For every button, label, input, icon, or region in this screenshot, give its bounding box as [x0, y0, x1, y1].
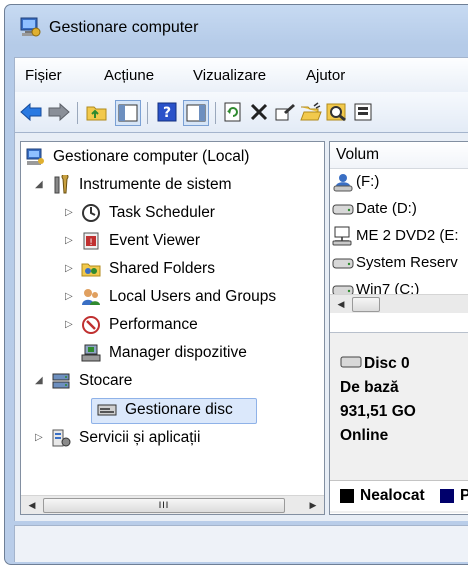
show-hide-action-pane-icon[interactable]	[183, 100, 209, 126]
volume-horizontal-scrollbar[interactable]: ◀	[330, 294, 468, 313]
menu-action[interactable]: Acțiune	[104, 67, 154, 84]
tree-item-label: Servicii și aplicații	[79, 429, 201, 446]
event-viewer-icon: !	[83, 232, 99, 250]
svg-text:?: ?	[163, 105, 171, 121]
svg-text:!: !	[89, 238, 93, 248]
tree-item-label: Gestionare computer (Local)	[53, 148, 250, 165]
tree-item-label: Instrumente de sistem	[79, 176, 232, 193]
properties-icon[interactable]	[273, 100, 297, 124]
tree-item-label: Gestionare disc	[125, 401, 233, 418]
services-icon	[52, 429, 71, 447]
disk-size: 931,51 GO	[340, 403, 416, 420]
title-bar[interactable]: Gestionare computer	[5, 5, 468, 49]
disk-name: Disc 0	[364, 355, 410, 372]
disk-management-icon	[97, 404, 117, 416]
status-bar	[14, 525, 468, 562]
shared-folder-icon	[81, 263, 101, 277]
expand-arrow-icon[interactable]: ▷	[65, 284, 73, 310]
volume-pane: Volum (F:) Date (D:) ME 2 DVD2 (E: Syste…	[329, 141, 468, 515]
tree-item-label: Manager dispozitive	[109, 344, 247, 361]
scroll-thumb[interactable]: III	[43, 498, 285, 513]
tree-item-label: Event Viewer	[109, 232, 201, 249]
disk-panel[interactable]: Disc 0 De bază 931,51 GO Online Nealocat…	[330, 332, 468, 513]
legend-unallocated: Nealocat	[360, 487, 425, 504]
collapse-arrow-icon[interactable]: ◢	[35, 172, 43, 198]
scroll-right-icon[interactable]: ▶	[306, 498, 320, 512]
disk-legend: Nealocat P	[330, 480, 468, 511]
storage-icon	[52, 373, 70, 389]
menu-help[interactable]: Ajutor	[306, 67, 345, 84]
computer-management-window: Gestionare computer Fișier Acțiune Vizua…	[4, 4, 468, 565]
back-arrow-icon[interactable]	[19, 100, 43, 124]
tree-item-label: Performance	[109, 316, 198, 333]
forward-arrow-icon[interactable]	[47, 100, 71, 124]
show-hide-tree-icon[interactable]	[115, 100, 141, 126]
primary-partition-swatch	[440, 489, 454, 503]
tree-horizontal-scrollbar[interactable]: ◀ III ▶	[21, 495, 324, 514]
device-manager-icon	[81, 344, 101, 362]
delete-icon[interactable]	[247, 100, 271, 124]
network-drive-icon	[332, 226, 352, 246]
scroll-thumb-grip: III	[158, 500, 170, 510]
users-icon	[82, 289, 100, 305]
tree-item-label: Stocare	[79, 372, 133, 389]
window-title: Gestionare computer	[49, 19, 199, 36]
more-toolbar-icon[interactable]	[351, 100, 375, 124]
expand-arrow-icon[interactable]: ▷	[35, 425, 43, 451]
expand-arrow-icon[interactable]: ▷	[65, 200, 73, 226]
disk-status: Online	[340, 427, 389, 444]
navigation-tree: Gestionare computer (Local) ◢ Instrument…	[20, 141, 325, 515]
expand-arrow-icon[interactable]: ▷	[65, 256, 73, 282]
menu-file[interactable]: Fișier	[25, 67, 62, 84]
scroll-left-icon[interactable]: ◀	[25, 498, 39, 512]
scroll-thumb[interactable]	[352, 297, 380, 312]
volume-label: System Reserv	[356, 254, 458, 271]
drive-icon	[332, 204, 354, 215]
tree-item-label: Task Scheduler	[109, 204, 215, 221]
menu-view[interactable]: Vizualizare	[193, 67, 266, 84]
expand-arrow-icon[interactable]: ▷	[65, 228, 73, 254]
up-folder-icon[interactable]	[85, 100, 109, 124]
unallocated-swatch	[340, 489, 354, 503]
performance-icon	[82, 316, 100, 334]
disk-icon	[340, 356, 362, 368]
tree-item-label: Shared Folders	[109, 260, 215, 277]
search-icon[interactable]	[325, 100, 349, 124]
open-folder-icon[interactable]	[299, 100, 323, 124]
volume-label: Date (D:)	[356, 200, 417, 217]
tools-icon	[54, 175, 69, 194]
toolbar-separator	[77, 102, 78, 124]
computer-management-icon	[20, 17, 41, 37]
expand-arrow-icon[interactable]: ▷	[65, 312, 73, 338]
volume-label: (F:)	[356, 173, 380, 190]
scroll-left-icon[interactable]: ◀	[334, 297, 348, 311]
user-drive-icon	[333, 174, 353, 192]
disk-type: De bază	[340, 379, 399, 396]
toolbar-separator	[147, 102, 148, 124]
refresh-icon[interactable]	[221, 100, 245, 124]
collapse-arrow-icon[interactable]: ◢	[35, 368, 43, 394]
drive-icon	[332, 258, 354, 269]
main-content: Gestionare computer (Local) ◢ Instrument…	[14, 133, 468, 521]
toolbar: ?	[14, 92, 468, 133]
tree-item-label: Local Users and Groups	[109, 288, 277, 305]
toolbar-separator	[215, 102, 216, 124]
help-icon[interactable]: ?	[155, 100, 179, 124]
volume-label: ME 2 DVD2 (E:	[356, 227, 459, 244]
menu-bar: Fișier Acțiune Vizualizare Ajutor	[14, 57, 468, 92]
column-header-volume[interactable]: Volum	[330, 142, 468, 169]
computer-management-icon	[26, 148, 44, 165]
legend-primary: P	[460, 487, 468, 505]
clock-icon	[82, 204, 100, 222]
